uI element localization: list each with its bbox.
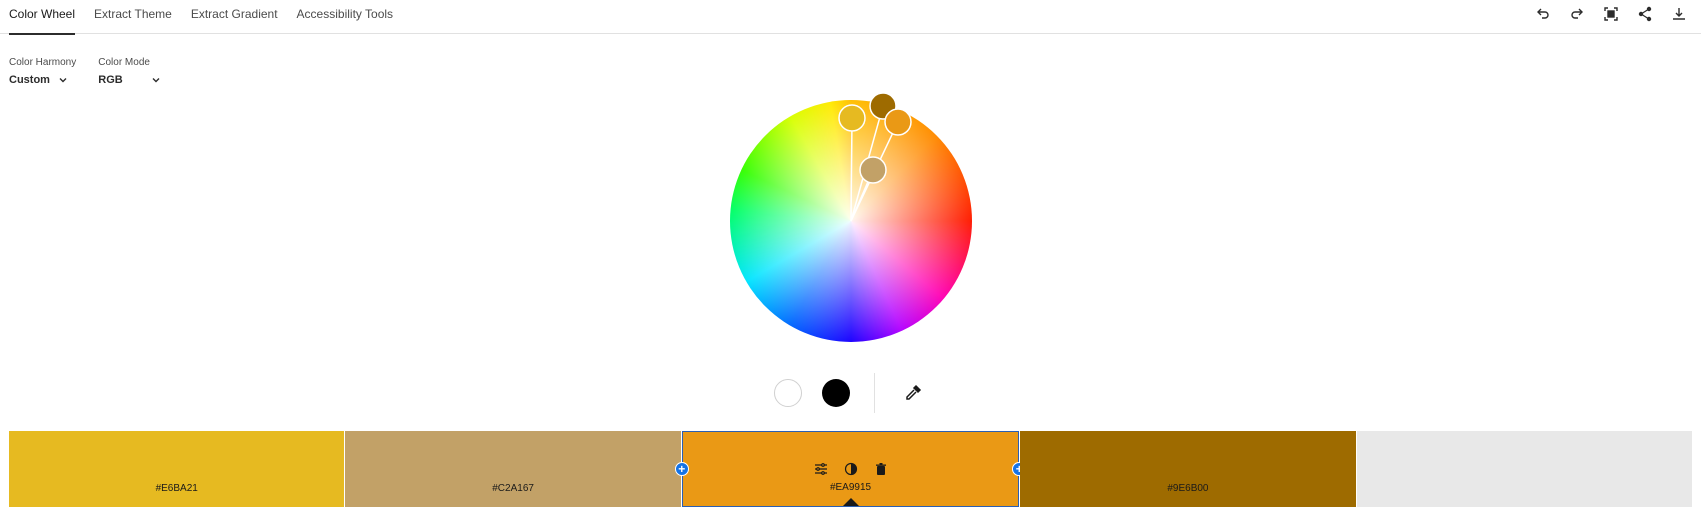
color-harmony-label: Color Harmony bbox=[9, 57, 77, 68]
swatch-3[interactable]: #EA9915 + + bbox=[674, 431, 1027, 507]
swatch-1[interactable]: #E6BA21 bbox=[9, 431, 345, 507]
swatch-4[interactable]: #9E6B00 bbox=[1020, 431, 1356, 507]
tabs: Color Wheel Extract Theme Extract Gradie… bbox=[9, 0, 412, 35]
color-mode-value: RGB bbox=[98, 74, 123, 86]
color-swatches: #E6BA21 #C2A167 #EA9915 + + #9E6B00 bbox=[9, 431, 1693, 507]
tab-accessibility-tools[interactable]: Accessibility Tools bbox=[297, 0, 393, 34]
controls: Color Harmony Custom Color Mode RGB bbox=[9, 57, 161, 86]
swatch-hex: #C2A167 bbox=[492, 483, 534, 494]
eyedropper-icon[interactable] bbox=[903, 383, 923, 403]
color-marker-3[interactable] bbox=[884, 108, 912, 136]
tab-extract-gradient[interactable]: Extract Gradient bbox=[191, 0, 278, 34]
color-mode-dropdown[interactable]: RGB bbox=[98, 74, 160, 86]
swatch-hex: #EA9915 bbox=[829, 482, 872, 493]
tab-extract-theme[interactable]: Extract Theme bbox=[94, 0, 172, 34]
trash-icon[interactable] bbox=[873, 461, 889, 477]
swatch-hex: #9E6B00 bbox=[1167, 483, 1209, 494]
divider bbox=[874, 373, 875, 413]
undo-icon[interactable] bbox=[1533, 4, 1553, 24]
chevron-down-icon bbox=[152, 78, 160, 83]
color-mode-control: Color Mode RGB bbox=[98, 57, 160, 86]
color-harmony-dropdown[interactable]: Custom bbox=[9, 74, 76, 86]
swatch-empty[interactable] bbox=[1356, 431, 1693, 507]
color-marker-2[interactable] bbox=[859, 156, 887, 184]
tab-bar: Color Wheel Extract Theme Extract Gradie… bbox=[0, 0, 1701, 35]
color-marker-1[interactable] bbox=[838, 104, 866, 132]
sliders-icon[interactable] bbox=[813, 461, 829, 477]
chevron-down-icon bbox=[59, 78, 67, 83]
color-wheel-markers bbox=[838, 92, 912, 222]
redo-icon[interactable] bbox=[1567, 4, 1587, 24]
tab-color-wheel[interactable]: Color Wheel bbox=[9, 0, 76, 35]
swatch-hex: #E6BA21 bbox=[155, 483, 198, 494]
add-swatch-left-button[interactable]: + bbox=[674, 462, 689, 476]
toolbar bbox=[1533, 4, 1689, 24]
swatch-actions bbox=[683, 461, 1018, 477]
color-wheel[interactable] bbox=[730, 92, 972, 342]
contrast-icon[interactable] bbox=[843, 461, 859, 477]
selected-pointer-icon bbox=[842, 498, 859, 506]
color-mode-label: Color Mode bbox=[98, 57, 150, 68]
download-icon[interactable] bbox=[1669, 4, 1689, 24]
black-brightness-button[interactable] bbox=[822, 379, 850, 407]
white-brightness-button[interactable] bbox=[774, 379, 802, 407]
color-harmony-control: Color Harmony Custom bbox=[9, 57, 76, 86]
color-harmony-value: Custom bbox=[9, 74, 50, 86]
share-icon[interactable] bbox=[1635, 4, 1655, 24]
fullscreen-icon[interactable] bbox=[1601, 4, 1621, 24]
swatch-tools bbox=[774, 373, 923, 413]
swatch-2[interactable]: #C2A167 bbox=[345, 431, 681, 507]
